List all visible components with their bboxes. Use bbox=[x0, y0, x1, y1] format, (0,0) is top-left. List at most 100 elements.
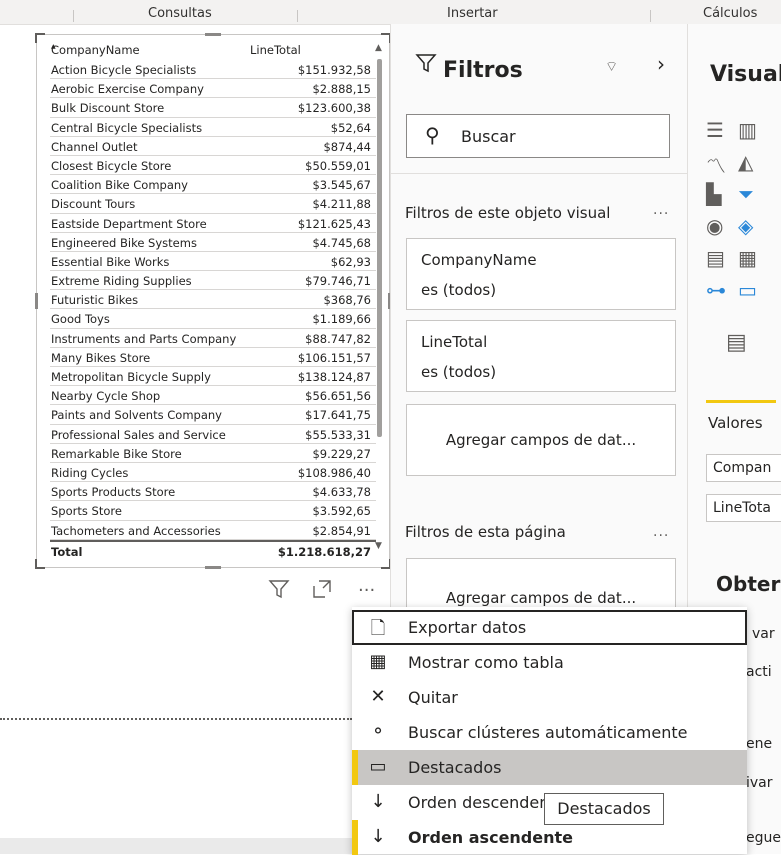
cell-linetotal: $138.124,87 bbox=[297, 370, 371, 384]
add-visual-fields-dropzone[interactable]: Agregar campos de dat... bbox=[406, 404, 676, 476]
table-row[interactable]: Coalition Bike Company $3.545,67 bbox=[50, 175, 376, 195]
menu-item-remove[interactable]: ✕ Quitar bbox=[352, 680, 747, 715]
table-row[interactable]: Discount Tours $4.211,88 bbox=[50, 194, 376, 214]
funnel-chart-icon[interactable]: ⏷ bbox=[738, 182, 754, 206]
ribbon-chart-icon[interactable]: ▙ bbox=[706, 182, 721, 206]
side-text: var bbox=[752, 626, 775, 642]
cell-linetotal: $50.559,01 bbox=[305, 158, 371, 173]
column-header-linetotal[interactable]: LineTotal bbox=[250, 43, 301, 57]
filters-search-input[interactable]: ⚲ Buscar bbox=[406, 114, 670, 158]
clustered-column-chart-icon[interactable]: ▥ bbox=[738, 118, 757, 142]
more-options-icon[interactable]: ··· bbox=[358, 580, 375, 601]
slicer-icon[interactable]: ▤ bbox=[706, 246, 725, 270]
filters-title: Filtros bbox=[443, 58, 523, 83]
table-row[interactable]: Extreme Riding Supplies $79.746,71 bbox=[50, 271, 376, 291]
scroll-down-icon[interactable]: ▼ bbox=[375, 541, 382, 551]
scroll-up-icon[interactable]: ▲ bbox=[375, 43, 382, 53]
menu-item-find-clusters[interactable]: ⚬ Buscar clústeres automáticamente bbox=[352, 715, 747, 750]
table-row[interactable]: Paints and Solvents Company $17.641,75 bbox=[50, 405, 376, 425]
page-filters-more-icon[interactable]: ... bbox=[653, 524, 669, 540]
values-field-linetotal[interactable]: LineTota bbox=[706, 494, 781, 522]
add-fields-label: Agregar campos de dat... bbox=[445, 589, 637, 607]
page-filters-heading: Filtros de esta página bbox=[405, 523, 566, 541]
ribbon-group-consultas[interactable]: Consultas bbox=[148, 6, 212, 21]
table-row[interactable]: Metropolitan Bicycle Supply $138.124,87 bbox=[50, 367, 376, 387]
table-row[interactable]: Channel Outlet $874,44 bbox=[50, 137, 376, 156]
table-row[interactable]: Remarkable Bike Store $9.229,27 bbox=[50, 444, 376, 463]
filter-card-companyname[interactable]: CompanyName es (todos) bbox=[406, 238, 676, 310]
fields-tab-icon[interactable]: ▤ bbox=[726, 330, 747, 355]
menu-item-export-data[interactable]: 🗋 Exportar datos bbox=[352, 610, 747, 645]
selected-indicator bbox=[352, 750, 358, 785]
table-row[interactable]: Aerobic Exercise Company $2.888,15 bbox=[50, 79, 376, 99]
table-row[interactable]: Professional Sales and Service $55.533,31 bbox=[50, 425, 376, 444]
scrollbar-thumb[interactable] bbox=[377, 59, 382, 437]
cell-companyname: Paints and Solvents Company bbox=[51, 408, 222, 423]
cell-companyname: Coalition Bike Company bbox=[51, 178, 188, 193]
qna-icon[interactable]: ▭ bbox=[738, 278, 757, 302]
visual-filters-more-icon[interactable]: ... bbox=[653, 202, 669, 218]
cell-linetotal: $1.189,66 bbox=[312, 312, 371, 327]
table-visual-icon[interactable]: ▦ bbox=[738, 246, 757, 270]
table-row[interactable]: Tachometers and Accessories $2.854,91 bbox=[50, 521, 376, 540]
ribbon-separator bbox=[73, 10, 74, 22]
table-row[interactable]: Futuristic Bikes $368,76 bbox=[50, 290, 376, 310]
table-row[interactable]: Engineered Bike Systems $4.745,68 bbox=[50, 233, 376, 252]
filled-map-icon[interactable]: ◈ bbox=[738, 214, 753, 238]
cell-linetotal: $9.229,27 bbox=[312, 446, 371, 461]
map-icon[interactable]: ◉ bbox=[706, 214, 723, 238]
table-row[interactable]: Essential Bike Works $62,93 bbox=[50, 252, 376, 272]
resize-handle[interactable] bbox=[205, 33, 221, 36]
sort-ascending-icon: ▲ bbox=[51, 43, 56, 50]
collapse-chevron-icon[interactable]: › bbox=[657, 52, 665, 76]
cell-companyname: Eastside Department Store bbox=[51, 216, 207, 231]
table-scrollbar[interactable]: ▲ ▼ bbox=[374, 43, 384, 551]
table-row[interactable]: Sports Products Store $4.633,78 bbox=[50, 482, 376, 502]
table-row[interactable]: Many Bikes Store $106.151,57 bbox=[50, 348, 376, 367]
sort-desc-icon: ↓ bbox=[370, 791, 386, 812]
visual-filters-heading: Filtros de este objeto visual bbox=[405, 204, 611, 222]
table-row[interactable]: Riding Cycles $108.986,40 bbox=[50, 463, 376, 483]
table-row[interactable]: Sports Store $3.592,65 bbox=[50, 501, 376, 521]
table-row[interactable]: Instruments and Parts Company $88.747,82 bbox=[50, 329, 376, 348]
values-field-companyname[interactable]: Compan bbox=[706, 454, 781, 482]
obtain-heading: Obter bbox=[716, 572, 781, 596]
eye-icon[interactable]: ⌔ bbox=[605, 58, 618, 76]
line-chart-icon[interactable]: 〽 bbox=[706, 150, 726, 179]
area-chart-icon[interactable]: ◭ bbox=[738, 150, 753, 174]
filter-card-field: CompanyName bbox=[421, 251, 537, 269]
table-row[interactable]: Bulk Discount Store $123.600,38 bbox=[50, 98, 376, 118]
cell-companyname: Engineered Bike Systems bbox=[51, 235, 197, 250]
ribbon-group-insertar[interactable]: Insertar bbox=[447, 6, 498, 21]
table-view-icon: ▦ bbox=[369, 651, 387, 672]
canvas-divider bbox=[0, 718, 352, 720]
column-header-companyname[interactable]: CompanyName bbox=[51, 43, 140, 57]
table-row[interactable]: Closest Bicycle Store $50.559,01 bbox=[50, 156, 376, 176]
table-row[interactable]: Nearby Cycle Shop $56.651,56 bbox=[50, 386, 376, 406]
cell-companyname: Bulk Discount Store bbox=[51, 101, 165, 116]
resize-handle[interactable] bbox=[35, 559, 45, 569]
table-visual[interactable]: CompanyName LineTotal ▲ Action Bicycle S… bbox=[35, 33, 391, 569]
filter-card-linetotal[interactable]: LineTotal es (todos) bbox=[406, 320, 676, 392]
menu-item-sort-ascending[interactable]: ↓ Orden ascendente bbox=[352, 820, 747, 855]
focus-mode-icon[interactable] bbox=[311, 578, 333, 606]
table-row[interactable]: Central Bicycle Specialists $52,64 bbox=[50, 118, 376, 137]
menu-item-spotlight[interactable]: ▭ Destacados bbox=[352, 750, 747, 785]
cell-linetotal: $2.888,15 bbox=[312, 82, 371, 97]
cell-companyname: Closest Bicycle Store bbox=[51, 158, 172, 173]
resize-handle[interactable] bbox=[35, 33, 45, 43]
decomposition-tree-icon[interactable]: ⊶ bbox=[706, 278, 726, 302]
filter-icon[interactable] bbox=[268, 578, 290, 606]
table-row[interactable]: Good Toys $1.189,66 bbox=[50, 309, 376, 329]
table-row[interactable]: Action Bicycle Specialists $151.932,58 bbox=[50, 60, 376, 80]
stacked-bar-chart-icon[interactable]: ☰ bbox=[706, 118, 724, 142]
cell-companyname: Metropolitan Bicycle Supply bbox=[51, 370, 211, 384]
cell-linetotal: $4.633,78 bbox=[312, 485, 371, 500]
table-row[interactable]: Eastside Department Store $121.625,43 bbox=[50, 214, 376, 233]
resize-handle[interactable] bbox=[35, 293, 38, 309]
ribbon-group-calculos[interactable]: Cálculos bbox=[703, 6, 757, 21]
menu-item-label: Buscar clústeres automáticamente bbox=[408, 723, 688, 742]
values-label: Valores bbox=[708, 414, 763, 432]
menu-item-show-as-table[interactable]: ▦ Mostrar como tabla bbox=[352, 645, 747, 680]
resize-handle[interactable] bbox=[205, 566, 221, 569]
